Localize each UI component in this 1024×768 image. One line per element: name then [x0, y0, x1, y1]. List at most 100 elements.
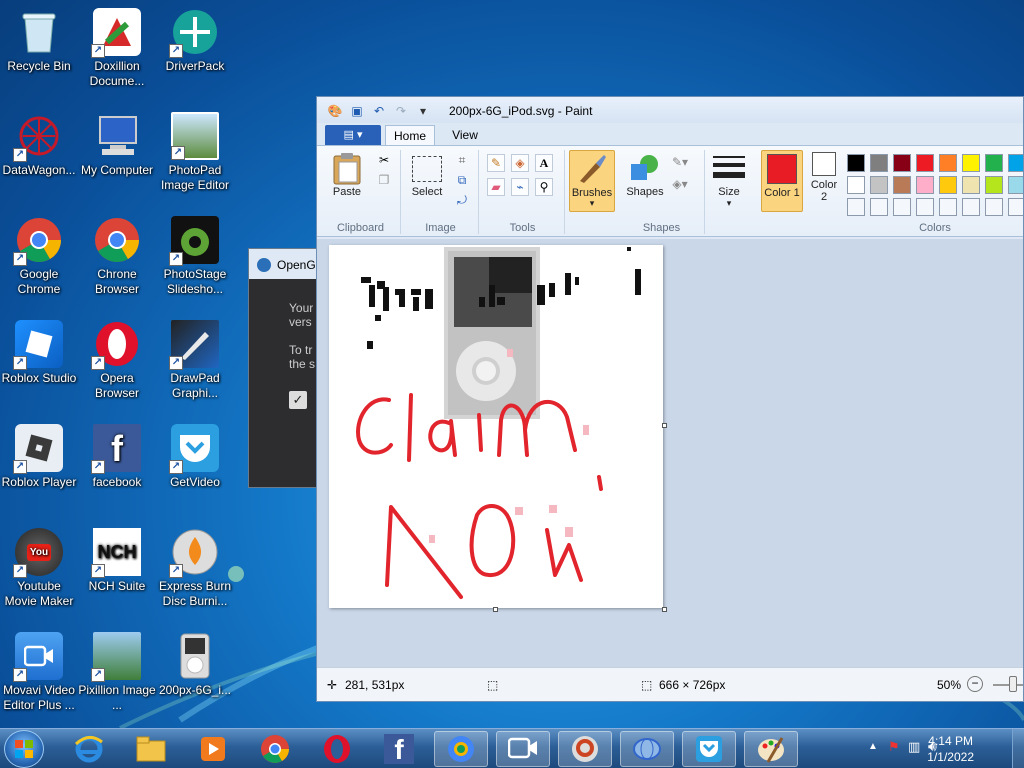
color2-button[interactable]: Color 2	[807, 152, 841, 203]
palette-swatch[interactable]	[847, 176, 865, 194]
desktop-icon-express-burn[interactable]: ↗ Express Burn Disc Burni...	[156, 528, 234, 609]
taskbar-getvideo[interactable]	[682, 731, 736, 767]
palette-swatch[interactable]	[870, 176, 888, 194]
size-button[interactable]: Size ▾	[709, 152, 749, 209]
palette-swatch[interactable]	[962, 198, 980, 216]
taskbar-chrome-alt[interactable]	[434, 731, 488, 767]
color-picker-icon[interactable]: ⌁	[511, 178, 529, 196]
action-center-icon[interactable]: ⚑	[888, 739, 900, 755]
zoom-out-button[interactable]: −	[967, 676, 983, 692]
palette-swatch[interactable]	[916, 198, 934, 216]
palette-swatch[interactable]	[893, 198, 911, 216]
chevron-down-icon[interactable]: ▾	[415, 103, 431, 119]
taskbar-opera[interactable]	[310, 731, 364, 767]
resize-handle-corner[interactable]	[662, 607, 667, 612]
pencil-icon[interactable]: ✎	[487, 154, 505, 172]
palette-swatch[interactable]	[893, 176, 911, 194]
copy-icon[interactable]: ❐	[375, 172, 393, 190]
cut-icon[interactable]: ✂	[375, 152, 393, 170]
zoom-slider[interactable]	[993, 684, 1023, 686]
taskbar-paint[interactable]	[744, 731, 798, 767]
desktop-icon-photostage[interactable]: ↗ PhotoStage Slidesho...	[156, 216, 234, 297]
desktop-icon-google-chrome[interactable]: ↗ Google Chrome	[0, 216, 78, 297]
palette-swatch[interactable]	[985, 154, 1003, 172]
desktop-icon-my-computer[interactable]: My Computer	[78, 112, 156, 178]
fill-icon[interactable]: ◈	[511, 154, 529, 172]
paint-app-icon[interactable]: 🎨	[327, 103, 343, 119]
save-icon[interactable]: ▣	[349, 103, 365, 119]
desktop-icon-roblox-studio[interactable]: ↗ Roblox Studio	[0, 320, 78, 386]
color1-button[interactable]: Color 1	[761, 150, 803, 212]
redo-icon[interactable]: ↷	[393, 103, 409, 119]
dialog-checkbox[interactable]: ✓	[289, 391, 307, 409]
palette-swatch[interactable]	[985, 176, 1003, 194]
palette-swatch[interactable]	[1008, 154, 1023, 172]
palette-swatch[interactable]	[939, 154, 957, 172]
palette-swatch[interactable]	[847, 154, 865, 172]
desktop-icon-driverpack[interactable]: ↗ DriverPack	[156, 8, 234, 74]
fill-style-icon[interactable]: ◈▾	[671, 176, 689, 194]
palette-swatch[interactable]	[870, 198, 888, 216]
palette-swatch[interactable]	[962, 154, 980, 172]
desktop-icon-ipod-file[interactable]: 200px-6G_i...	[156, 632, 234, 698]
palette-swatch[interactable]	[916, 176, 934, 194]
palette-swatch[interactable]	[939, 198, 957, 216]
palette-swatch[interactable]	[916, 154, 934, 172]
taskbar-ie[interactable]	[62, 731, 116, 767]
taskbar-app[interactable]	[620, 731, 674, 767]
palette-swatch[interactable]	[870, 154, 888, 172]
palette-swatch[interactable]	[1008, 198, 1023, 216]
text-icon[interactable]: A	[535, 154, 553, 172]
desktop-icon-youtube-movie-maker[interactable]: You ↗ Youtube Movie Maker	[0, 528, 78, 609]
network-icon[interactable]: ▥	[908, 739, 920, 755]
outline-icon[interactable]: ✎▾	[671, 154, 689, 172]
brushes-button[interactable]: Brushes ▾	[569, 150, 615, 212]
tab-home[interactable]: Home	[385, 125, 435, 145]
palette-swatch[interactable]	[847, 198, 865, 216]
desktop-icon-doxillion[interactable]: ↗ Doxillion Docume...	[78, 8, 156, 89]
desktop-icon-nch-suite[interactable]: NCH ↗ NCH Suite	[78, 528, 156, 594]
desktop-icon-getvideo[interactable]: ↗ GetVideo	[156, 424, 234, 490]
canvas-workspace[interactable]	[317, 239, 1023, 667]
taskbar-chrome[interactable]	[248, 731, 302, 767]
start-button[interactable]	[4, 730, 44, 768]
drawing-canvas[interactable]	[329, 245, 663, 608]
desktop-icon-drawpad[interactable]: ↗ DrawPad Graphi...	[156, 320, 234, 401]
palette-swatch[interactable]	[939, 176, 957, 194]
tab-view[interactable]: View	[441, 125, 489, 145]
eraser-icon[interactable]: ▰	[487, 178, 505, 196]
crop-icon[interactable]: ⌗	[453, 152, 471, 170]
desktop-icon-roblox-player[interactable]: ↗ Roblox Player	[0, 424, 78, 490]
undo-icon[interactable]: ↶	[371, 103, 387, 119]
paint-titlebar[interactable]: 🎨 ▣ ↶ ↷ ▾ 200px-6G_iPod.svg - Paint	[317, 97, 1023, 123]
resize-handle-right[interactable]	[662, 423, 667, 428]
clock[interactable]: 4:14 PM 1/1/2022	[927, 733, 974, 765]
palette-swatch[interactable]	[985, 198, 1003, 216]
taskbar-facebook[interactable]: f	[372, 731, 426, 767]
desktop-icon-movavi[interactable]: ↗ Movavi Video Editor Plus ...	[0, 632, 78, 713]
show-desktop-button[interactable]	[1012, 729, 1024, 768]
file-menu-button[interactable]: ▤ ▾	[325, 125, 381, 145]
select-button[interactable]: Select	[407, 152, 447, 198]
palette-swatch[interactable]	[893, 154, 911, 172]
taskbar-quicktime[interactable]	[558, 731, 612, 767]
desktop-icon-facebook[interactable]: f ↗ facebook	[78, 424, 156, 490]
taskbar-movavi[interactable]	[496, 731, 550, 767]
zoom-slider-thumb[interactable]	[1009, 676, 1017, 692]
magnifier-icon[interactable]: ⚲	[535, 178, 553, 196]
resize-handle-bottom[interactable]	[493, 607, 498, 612]
paste-button[interactable]: Paste	[327, 152, 367, 198]
resize-icon[interactable]: ⧉	[453, 172, 471, 190]
desktop-icon-opera-browser[interactable]: ↗ Opera Browser	[78, 320, 156, 401]
show-hidden-icons-icon[interactable]: ▲	[868, 741, 878, 752]
rotate-icon[interactable]: ⤾	[453, 192, 471, 210]
taskbar-explorer[interactable]	[124, 731, 178, 767]
desktop-icon-photopad[interactable]: ↗ PhotoPad Image Editor	[156, 112, 234, 193]
desktop-icon-recycle-bin[interactable]: Recycle Bin	[0, 8, 78, 74]
taskbar-media[interactable]	[186, 731, 240, 767]
palette-swatch[interactable]	[1008, 176, 1023, 194]
shapes-button[interactable]: Shapes	[623, 152, 667, 198]
paint-window[interactable]: 🎨 ▣ ↶ ↷ ▾ 200px-6G_iPod.svg - Paint ▤ ▾ …	[316, 96, 1024, 702]
desktop-icon-chrone-browser[interactable]: Chrone Browser	[78, 216, 156, 297]
palette-swatch[interactable]	[962, 176, 980, 194]
